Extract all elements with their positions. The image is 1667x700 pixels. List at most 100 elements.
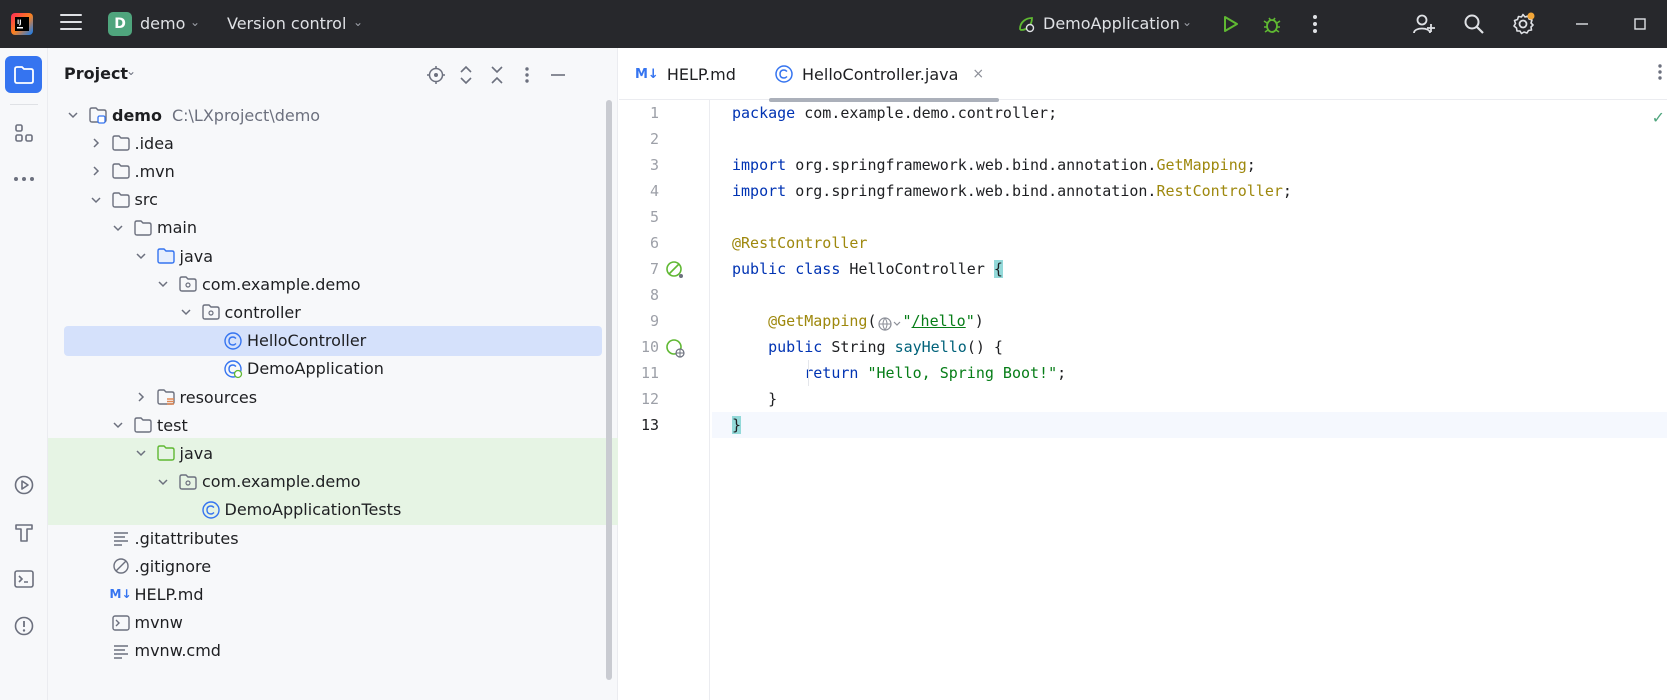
tree-item[interactable]: mvnw: [48, 608, 618, 638]
line-number[interactable]: 11: [619, 360, 659, 386]
url-string[interactable]: /hello: [912, 312, 966, 330]
code-line-6[interactable]: @RestController: [712, 230, 1667, 256]
chevron-right-icon[interactable]: [87, 162, 105, 180]
tab-options-icon[interactable]: [1657, 63, 1663, 85]
code-line-8[interactable]: [712, 282, 1667, 308]
tree-item[interactable]: main: [48, 213, 618, 243]
tree-item[interactable]: src: [48, 185, 618, 215]
line-number[interactable]: 9: [619, 308, 659, 334]
line-number[interactable]: 5: [619, 204, 659, 230]
request-mapping-gutter-icon[interactable]: [665, 338, 685, 358]
line-number[interactable]: 13: [619, 412, 659, 438]
close-tab-icon[interactable]: ×: [972, 66, 984, 82]
tree-item[interactable]: controller: [48, 297, 618, 327]
project-view-chevron-down-icon[interactable]: ⌄: [126, 64, 136, 78]
more-actions-icon[interactable]: [1303, 12, 1327, 36]
run-config-chevron-down-icon[interactable]: ⌄: [1182, 15, 1192, 29]
code-line-3[interactable]: import org.springframework.web.bind.anno…: [712, 152, 1667, 178]
code-line-7[interactable]: public class HelloController {: [712, 256, 1667, 282]
tree-item[interactable]: test: [48, 410, 618, 440]
code-line-4[interactable]: import org.springframework.web.bind.anno…: [712, 178, 1667, 204]
project-tool-folder-icon[interactable]: [5, 56, 42, 93]
project-panel-title[interactable]: Project: [64, 64, 128, 83]
chevron-down-icon[interactable]: [64, 106, 82, 124]
vcs-chevron-down-icon[interactable]: ⌄: [353, 15, 363, 29]
settings-gear-icon[interactable]: [1511, 12, 1535, 36]
tree-item[interactable]: java: [48, 438, 618, 469]
line-number[interactable]: 7: [619, 256, 659, 282]
chevron-down-icon[interactable]: [109, 416, 127, 434]
line-number[interactable]: 4: [619, 178, 659, 204]
tree-item[interactable]: resources: [48, 382, 618, 412]
chevron-down-icon[interactable]: [87, 191, 105, 209]
tree-item[interactable]: com.example.demo: [48, 269, 618, 299]
line-number[interactable]: 6: [619, 230, 659, 256]
tree-item[interactable]: DemoApplication: [48, 354, 618, 384]
search-icon[interactable]: [1462, 12, 1486, 36]
code-line-1[interactable]: package com.example.demo.controller;: [712, 100, 1667, 126]
globe-inlay-icon[interactable]: [877, 314, 903, 331]
tree-item[interactable]: M↓ HELP.md: [48, 579, 618, 609]
run-config-selector[interactable]: DemoApplication: [1043, 14, 1180, 33]
tree-item[interactable]: com.example.demo: [48, 466, 618, 497]
project-avatar[interactable]: D: [108, 12, 132, 36]
hide-panel-icon[interactable]: [547, 64, 569, 86]
tree-item[interactable]: .mvn: [48, 156, 618, 186]
terminal-icon[interactable]: [5, 560, 42, 597]
tree-item[interactable]: .idea: [48, 128, 618, 158]
maximize-icon[interactable]: [1628, 12, 1652, 36]
project-tree-scrollbar[interactable]: [606, 100, 612, 680]
code-line-10[interactable]: public String sayHello() {: [712, 334, 1667, 360]
tree-item[interactable]: mvnw.cmd: [48, 636, 618, 666]
chevron-right-icon[interactable]: [87, 134, 105, 152]
annotation: @RestController: [732, 234, 868, 252]
code-line-5[interactable]: [712, 204, 1667, 230]
line-number[interactable]: 10: [619, 334, 659, 360]
code-line-11[interactable]: return "Hello, Spring Boot!";: [712, 360, 1667, 386]
chevron-down-icon[interactable]: [177, 303, 195, 321]
line-number[interactable]: 3: [619, 152, 659, 178]
tree-item[interactable]: demo C:\LXproject\demo: [48, 100, 618, 130]
chevron-down-icon[interactable]: [132, 444, 150, 462]
vcs-menu[interactable]: Version control: [227, 14, 346, 33]
problems-icon[interactable]: [5, 607, 42, 644]
run-icon[interactable]: [1218, 12, 1242, 36]
project-name[interactable]: demo: [140, 14, 185, 33]
tab-help-md[interactable]: M↓ HELP.md: [635, 48, 736, 100]
locate-file-icon[interactable]: [425, 64, 447, 86]
line-number[interactable]: 12: [619, 386, 659, 412]
line-number[interactable]: 8: [619, 282, 659, 308]
tree-item[interactable]: DemoApplicationTests: [48, 494, 618, 525]
code-line-13[interactable]: }: [712, 412, 1667, 438]
line-number[interactable]: 1: [619, 100, 659, 126]
spring-bean-gutter-icon[interactable]: [665, 260, 685, 280]
expand-all-icon[interactable]: [455, 64, 477, 86]
chevron-right-icon[interactable]: [132, 388, 150, 406]
services-icon[interactable]: [5, 466, 42, 503]
code-line-12[interactable]: }: [712, 386, 1667, 412]
project-chevron-down-icon[interactable]: ⌄: [190, 15, 200, 29]
collapse-all-icon[interactable]: [486, 64, 508, 86]
no-problems-check-icon[interactable]: ✓: [1652, 108, 1665, 127]
panel-options-icon[interactable]: [516, 64, 538, 86]
build-hammer-icon[interactable]: [5, 513, 42, 550]
main-menu-icon[interactable]: [60, 14, 82, 34]
tree-item[interactable]: HelloController: [64, 325, 602, 356]
code-line-2[interactable]: [712, 126, 1667, 152]
minimize-icon[interactable]: [1570, 12, 1594, 36]
add-user-icon[interactable]: [1412, 12, 1436, 36]
chevron-down-icon[interactable]: [154, 473, 172, 491]
tab-hello-controller[interactable]: HelloController.java ×: [769, 48, 999, 102]
debug-icon[interactable]: [1260, 12, 1284, 36]
tree-item[interactable]: .gitignore: [48, 551, 618, 581]
structure-icon[interactable]: [5, 114, 42, 151]
more-tools-icon[interactable]: [5, 160, 42, 197]
intellij-logo-icon[interactable]: IJ: [10, 12, 34, 36]
tree-item[interactable]: java: [48, 241, 618, 271]
chevron-down-icon[interactable]: [132, 247, 150, 265]
line-number[interactable]: 2: [619, 126, 659, 152]
chevron-down-icon[interactable]: [109, 219, 127, 237]
code-line-9[interactable]: @GetMapping("/hello"): [712, 308, 1667, 334]
tree-item[interactable]: .gitattributes: [48, 523, 618, 553]
chevron-down-icon[interactable]: [154, 275, 172, 293]
